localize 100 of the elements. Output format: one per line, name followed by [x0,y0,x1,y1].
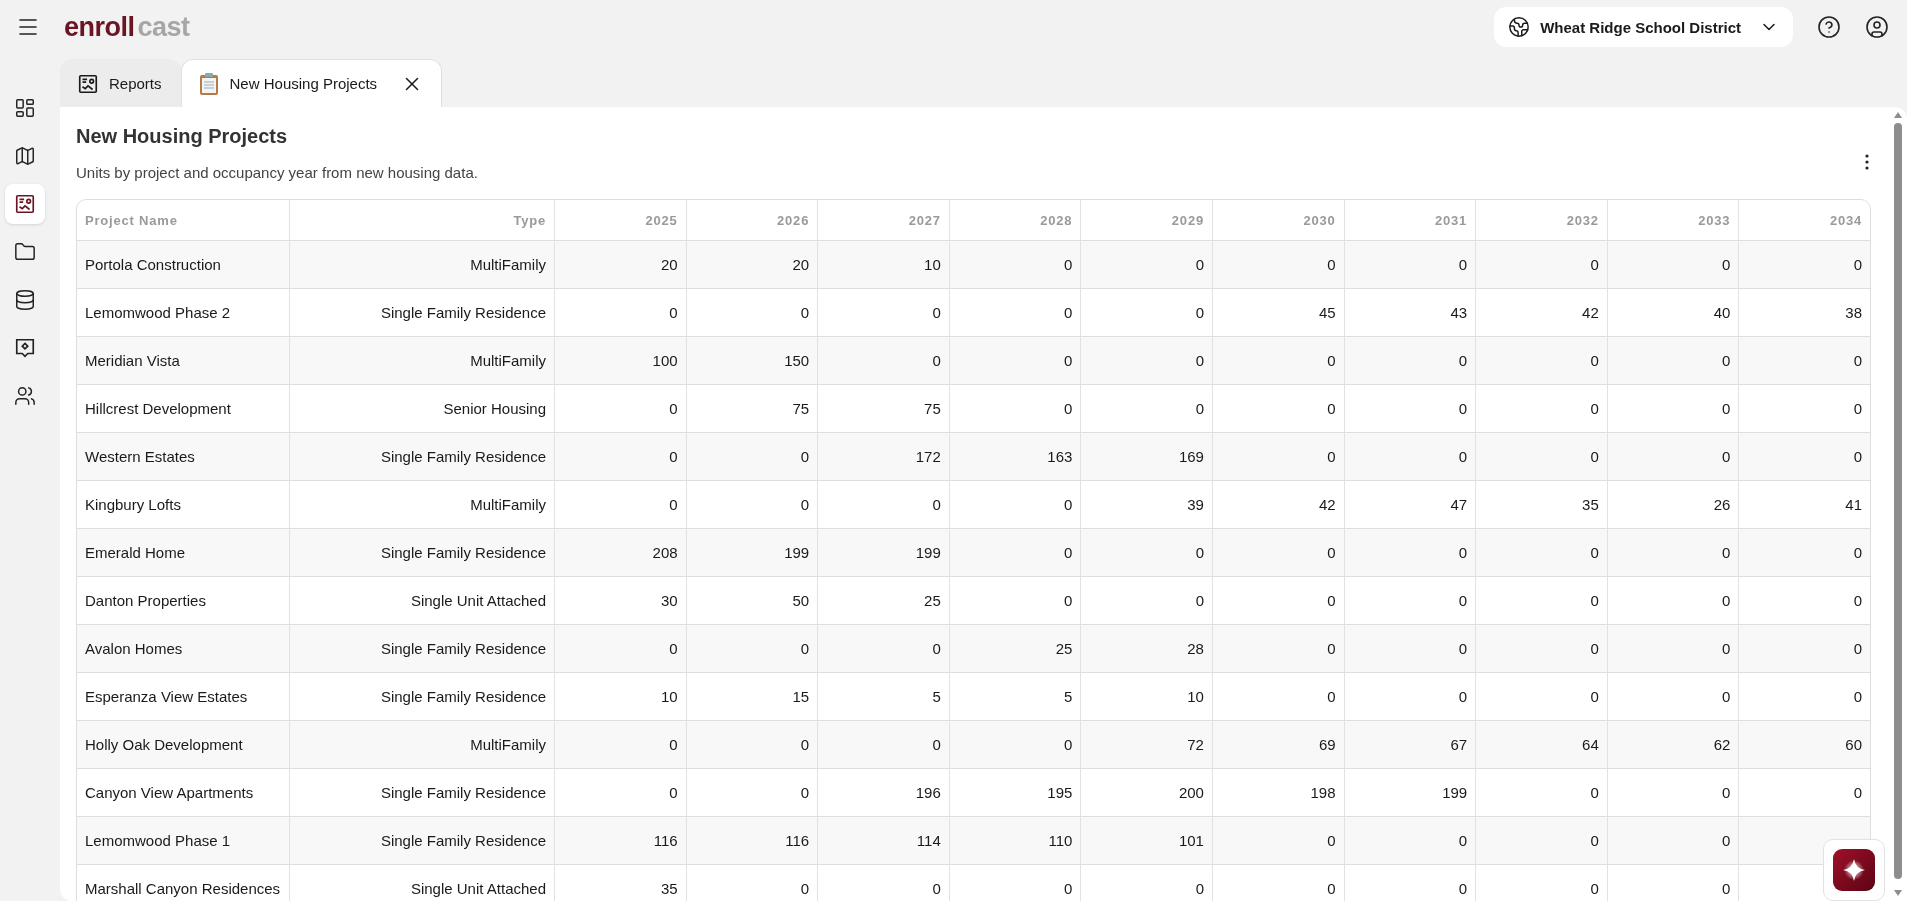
table-cell: 62 [1606,721,1739,769]
help-icon [1817,15,1841,39]
table-cell: 0 [1080,289,1212,337]
table-cell: 0 [1606,673,1739,721]
table-cell: 20 [554,241,686,289]
table-cell: 0 [1738,769,1870,817]
table-cell: 0 [1343,529,1476,577]
table-cell: 0 [1606,529,1739,577]
table-cell: 0 [1475,241,1607,289]
table-cell: 5 [817,673,949,721]
table-cell: 25 [817,577,949,625]
table-cell: 0 [1606,337,1739,385]
table-cell: 0 [685,625,818,673]
report-title: New Housing Projects [76,125,289,148]
scroll-down-icon [1893,889,1903,897]
table-cell: 0 [685,433,818,481]
table-cell: 0 [1475,433,1607,481]
table-cell: 0 [1343,337,1476,385]
table-cell: 0 [554,385,686,433]
scroll-up-icon [1893,111,1903,119]
table-cell: 0 [1343,817,1476,865]
table-cell: 38 [1738,289,1870,337]
table-cell: 0 [554,721,686,769]
table-cell: 50 [685,577,818,625]
table-cell: 72 [1080,721,1212,769]
table-cell: 0 [1080,529,1212,577]
users-icon [14,385,36,407]
table-cell: 0 [685,769,818,817]
sidebar-item[interactable] [5,184,45,224]
table-cell: Single Unit Attached [289,577,554,625]
table-cell: 41 [1738,481,1870,529]
table-cell: 0 [1606,385,1739,433]
table-cell: 0 [1080,385,1212,433]
table-cell: 20 [685,241,818,289]
table-cell: 0 [1211,577,1344,625]
table-cell: 0 [1211,241,1344,289]
table-cell: 0 [554,481,686,529]
table-cell: 10 [817,241,949,289]
table-cell: Senior Housing [289,385,554,433]
table-cell: 26 [1606,481,1739,529]
table-cell: 0 [554,769,686,817]
table-cell: 5 [948,673,1081,721]
table-cell: 0 [948,577,1081,625]
user-icon [1865,15,1889,39]
table-cell: 0 [1211,673,1344,721]
table-cell: 45 [1211,289,1344,337]
table-cell: 64 [1475,721,1607,769]
logo: enrollcast [64,11,190,43]
table-cell: 114 [817,817,949,865]
table-cell: Single Family Residence [289,529,554,577]
table-cell: 0 [948,241,1081,289]
table-cell: 0 [1211,433,1344,481]
table-cell: 0 [1080,241,1212,289]
table-cell: 0 [1475,337,1607,385]
table-cell: 0 [1211,337,1344,385]
table-cell: 0 [1211,385,1344,433]
table-cell: 0 [1343,385,1476,433]
table-cell: 0 [1475,625,1607,673]
table-cell: Lemomwood Phase 1 [77,817,289,865]
dashboard-icon [14,97,36,119]
table-cell: 0 [948,337,1081,385]
table-cell: Single Family Residence [289,433,554,481]
folder-icon [14,241,36,263]
table-cell: 150 [685,337,818,385]
table-cell: 163 [948,433,1081,481]
table-cell: 198 [1211,769,1344,817]
table-cell: 0 [1606,241,1739,289]
report-icon [77,72,99,95]
table-cell: 0 [1475,577,1607,625]
tab[interactable]: New Housing Projects [180,59,443,107]
table-cell: 0 [554,433,686,481]
table-cell: 0 [1343,577,1476,625]
table-cell: 0 [1738,529,1870,577]
table-cell: 0 [1738,337,1870,385]
table-cell: 0 [1211,817,1344,865]
table-cell: 199 [1343,769,1476,817]
table-cell: 10 [1080,673,1212,721]
table-cell: 67 [1343,721,1476,769]
table-cell: 0 [1080,337,1212,385]
table-cell: MultiFamily [289,337,554,385]
report-subtitle: Units by project and occupancy year from new housing data. [76,164,479,181]
more-button[interactable] [1863,152,1871,172]
table-cell: 25 [948,625,1081,673]
district-selector[interactable]: Wheat Ridge School District [1494,7,1793,47]
table-cell: 199 [817,529,949,577]
assistant-button[interactable] [1823,839,1885,901]
table-cell: 40 [1606,289,1739,337]
table-cell: 47 [1343,481,1476,529]
table-cell: 116 [554,817,686,865]
table-cell: 0 [948,289,1081,337]
table-cell: 0 [1211,529,1344,577]
table-cell: 15 [685,673,818,721]
table-cell: Western Estates [77,433,289,481]
table-cell: 0 [948,721,1081,769]
more-icon [1865,154,1869,170]
table-cell: 0 [1738,625,1870,673]
table-cell: 0 [817,625,949,673]
tab[interactable]: Reports [60,59,181,107]
table-cell: 0 [1080,577,1212,625]
table-cell: 30 [554,577,686,625]
